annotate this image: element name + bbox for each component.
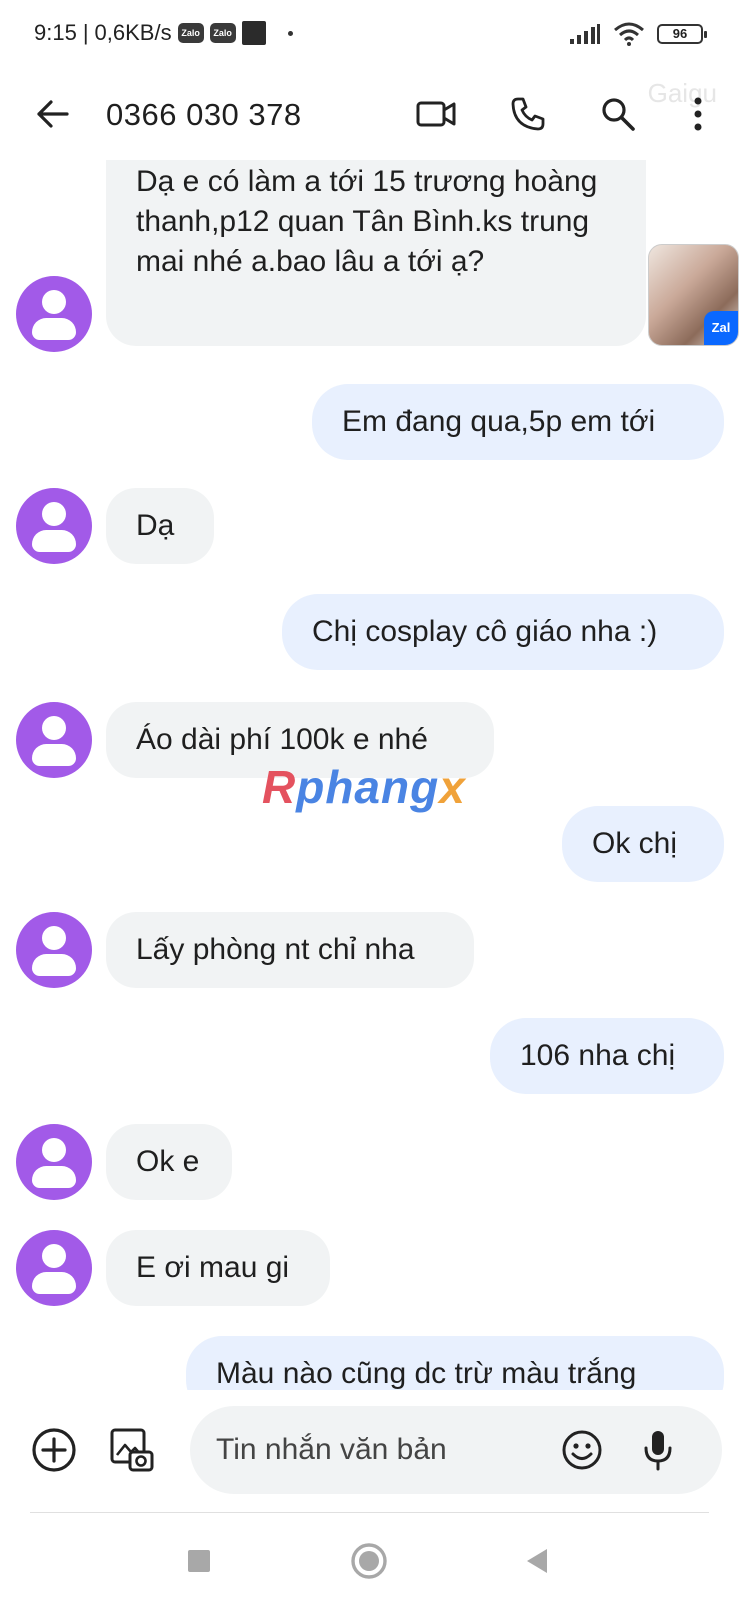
contact-avatar[interactable]	[16, 276, 92, 352]
message-bubble[interactable]: Dạ e có làm a tới 15 trương hoàng thanh,…	[106, 160, 646, 346]
back-nav-button[interactable]	[514, 1538, 560, 1584]
status-left: 9:15 | 0,6KB/s Zalo Zalo	[34, 20, 293, 46]
message-bubble[interactable]: 106 nha chị	[490, 1018, 724, 1094]
avatar-person-icon	[42, 716, 66, 740]
wifi-icon	[614, 22, 644, 46]
recents-button[interactable]	[176, 1538, 222, 1584]
message-input[interactable]	[216, 1406, 546, 1494]
avatar-person-icon	[42, 926, 66, 950]
home-button[interactable]	[346, 1538, 392, 1584]
status-bar: 9:15 | 0,6KB/s Zalo Zalo 96	[0, 0, 739, 70]
message-bubble[interactable]: Lấy phòng nt chỉ nha	[106, 912, 474, 988]
contact-avatar[interactable]	[16, 1230, 92, 1306]
video-call-button[interactable]	[414, 92, 458, 136]
contact-avatar[interactable]	[16, 488, 92, 564]
contact-avatar[interactable]	[16, 702, 92, 778]
divider	[30, 1512, 709, 1513]
message-bubble[interactable]: E ơi mau gi	[106, 1230, 330, 1306]
system-navigation-bar	[0, 1520, 739, 1600]
status-separator: |	[82, 20, 89, 45]
voice-input-button[interactable]	[630, 1422, 686, 1478]
arrow-left-icon	[37, 100, 69, 128]
avatar-person-icon	[42, 1138, 66, 1162]
search-icon	[602, 98, 635, 131]
message-list[interactable]: Dạ e có làm a tới 15 trương hoàng thanh,…	[0, 160, 739, 1390]
search-button[interactable]	[596, 92, 640, 136]
zalo-notification-icon: Zalo	[209, 23, 236, 43]
brand-watermark: Rphangx	[262, 761, 466, 813]
phone-icon	[511, 97, 545, 131]
status-right: 96	[569, 22, 707, 46]
notification-icon	[241, 21, 266, 45]
emoji-button[interactable]	[554, 1422, 610, 1478]
square-icon	[188, 1550, 210, 1572]
gallery-button[interactable]	[104, 1422, 160, 1478]
contact-avatar[interactable]	[16, 1124, 92, 1200]
message-bubble[interactable]: Chị cosplay cô giáo nha :)	[282, 594, 724, 670]
message-input-container[interactable]	[190, 1406, 722, 1494]
zalo-badge-icon: Zal	[704, 311, 738, 345]
network-speed: 0,6KB/s	[94, 20, 172, 45]
battery-indicator: 96	[657, 24, 707, 44]
message-bubble[interactable]: Ok e	[106, 1124, 232, 1200]
add-circle-icon	[32, 1428, 76, 1472]
emoji-icon	[562, 1430, 602, 1470]
back-button[interactable]	[30, 92, 74, 136]
message-bubble[interactable]: Màu nào cũng dc trừ màu trắng	[186, 1336, 724, 1390]
avatar-person-icon	[42, 290, 66, 314]
video-camera-icon	[416, 101, 456, 127]
more-options-button[interactable]	[676, 92, 720, 136]
circle-icon	[351, 1543, 387, 1579]
contact-avatar[interactable]	[16, 912, 92, 988]
more-vert-icon	[694, 97, 702, 131]
status-time: 9:15	[34, 20, 77, 45]
app-bar: 0366 030 378 Gaigu	[0, 70, 739, 160]
signal-icon	[570, 24, 600, 44]
phone-call-button[interactable]	[506, 92, 550, 136]
triangle-back-icon	[527, 1549, 547, 1573]
message-bubble[interactable]: Em đang qua,5p em tới	[312, 384, 724, 460]
more-notifications-dot-icon	[287, 30, 293, 36]
avatar-person-icon	[42, 1244, 66, 1268]
add-attachment-button[interactable]	[26, 1422, 82, 1478]
floating-chat-thumbnail[interactable]: Zal	[648, 244, 739, 346]
gallery-icon	[110, 1428, 154, 1472]
avatar-person-icon	[42, 502, 66, 526]
mic-icon	[644, 1431, 672, 1471]
contact-title[interactable]: 0366 030 378	[106, 97, 302, 133]
zalo-notification-icon: Zalo	[177, 23, 204, 43]
message-bubble[interactable]: Dạ	[106, 488, 214, 564]
message-bubble[interactable]: Ok chị	[562, 806, 724, 882]
message-composer	[0, 1390, 739, 1510]
